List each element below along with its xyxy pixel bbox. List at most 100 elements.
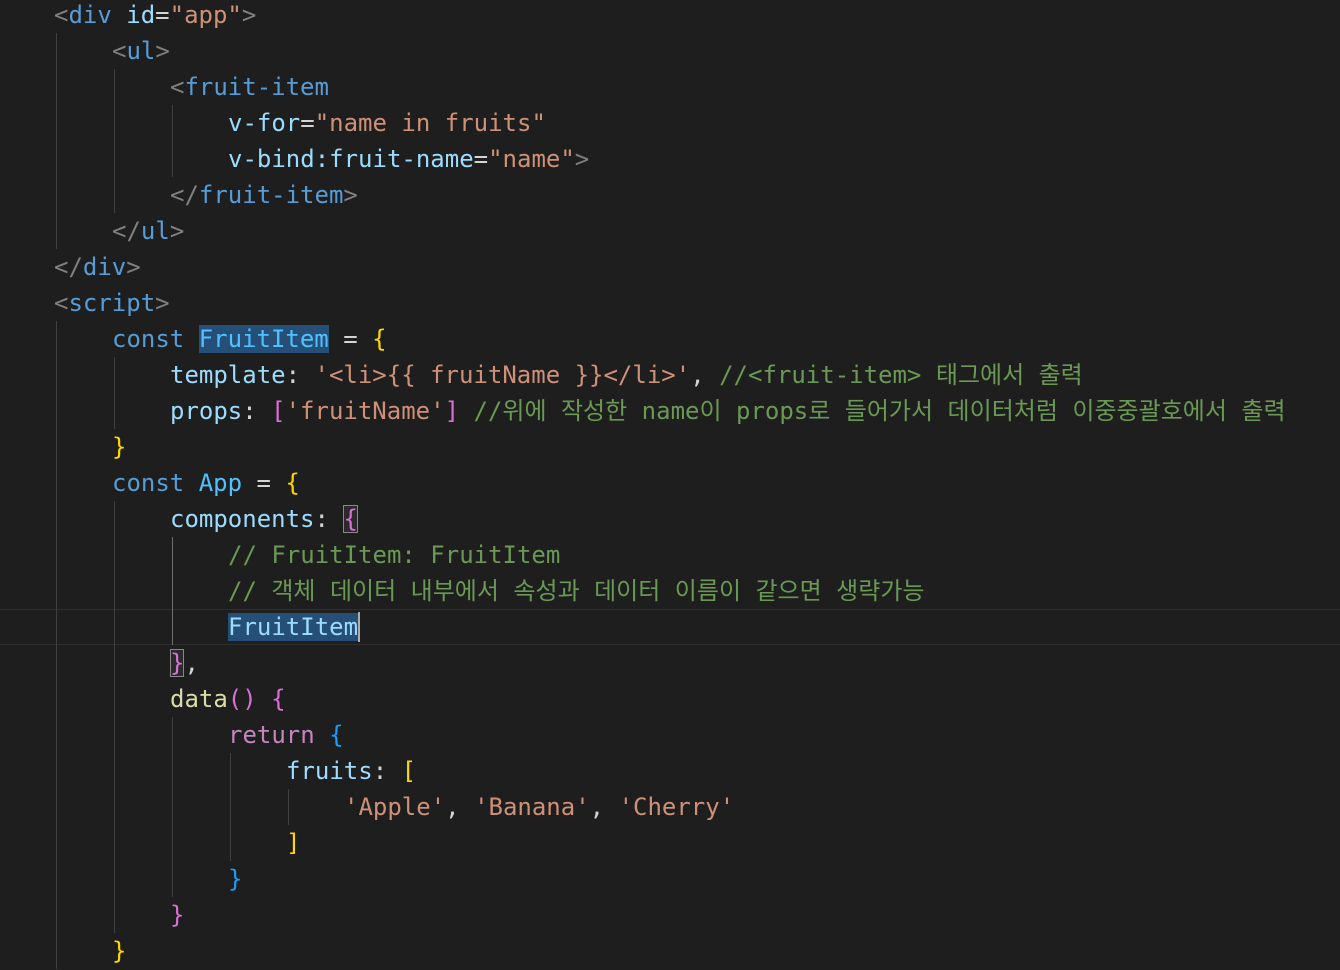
code-token: FruitItem [228, 613, 359, 641]
code-token: : [372, 757, 402, 785]
code-line[interactable]: </div> [54, 249, 141, 285]
code-token: // FruitItem: FruitItem [228, 541, 561, 569]
code-token: id [126, 1, 156, 29]
code-line[interactable]: data() { [170, 681, 286, 717]
code-line[interactable]: const App = { [112, 465, 300, 501]
code-line[interactable]: FruitItem [228, 609, 359, 645]
code-token: data [170, 685, 228, 713]
code-token: "app" [169, 1, 242, 29]
code-token: : [242, 397, 272, 425]
code-line[interactable]: fruits: [ [286, 753, 416, 789]
code-token: const [112, 325, 185, 353]
code-line[interactable]: <div id="app"> [54, 0, 256, 33]
code-token: > [169, 217, 185, 245]
code-token: script [68, 289, 156, 317]
code-token: = [300, 109, 315, 137]
code-token: "name in fruits" [314, 109, 546, 137]
code-line[interactable]: const FruitItem = { [112, 321, 387, 357]
code-token: fruit-item [198, 181, 344, 209]
code-line[interactable]: ] [286, 825, 300, 861]
code-token: FruitItem [198, 325, 329, 353]
indent-guide [114, 501, 115, 933]
code-token: ] [444, 397, 460, 425]
code-line[interactable]: 'Apple', 'Banana', 'Cherry' [344, 789, 734, 825]
code-token: div [68, 1, 112, 29]
code-token: } [170, 649, 185, 677]
code-token: , [589, 793, 619, 821]
code-line[interactable]: <fruit-item [170, 69, 329, 105]
code-token: 'fruitName' [285, 397, 445, 425]
code-token: [ [401, 757, 417, 785]
code-line[interactable]: }, [170, 645, 199, 681]
code-token: v-bind:fruit-name [228, 145, 474, 173]
code-token: > [155, 37, 170, 65]
code-line[interactable]: } [112, 429, 126, 465]
code-token: fruit-item [184, 73, 329, 101]
code-line[interactable]: </ul> [112, 213, 184, 249]
code-token: { [329, 721, 344, 749]
code-token: v-for [228, 109, 301, 137]
code-line[interactable]: <ul> [112, 33, 170, 69]
code-line[interactable]: } [170, 897, 184, 933]
code-line[interactable]: v-bind:fruit-name="name"> [228, 141, 589, 177]
code-token: props [170, 397, 243, 425]
code-token: > [574, 145, 590, 173]
code-token: </ [112, 217, 141, 245]
code-token: fruits [286, 757, 373, 785]
current-line-highlight [0, 609, 1340, 645]
indent-guide [230, 753, 231, 861]
code-line[interactable]: } [228, 861, 242, 897]
code-token: } [112, 937, 127, 965]
code-line[interactable]: <script> [54, 285, 170, 321]
indent-guide [172, 105, 173, 177]
code-token: 'Banana' [474, 793, 590, 821]
code-token: = [242, 469, 286, 497]
code-token: = [155, 1, 170, 29]
code-line[interactable]: } [112, 933, 126, 969]
code-line[interactable]: // FruitItem: FruitItem [228, 537, 560, 573]
code-line[interactable]: template: '<li>{{ fruitName }}</li>', //… [170, 357, 1083, 393]
code-line[interactable]: </fruit-item> [170, 177, 358, 213]
code-token: : [314, 505, 344, 533]
code-token: //위에 작성한 name이 props로 들어가서 데이터처럼 이중중괄호에서… [473, 397, 1286, 425]
code-token: > [155, 289, 170, 317]
code-token: , [184, 649, 199, 677]
code-token: return [228, 721, 315, 749]
code-line[interactable]: // 객체 데이터 내부에서 속성과 데이터 이름이 같으면 생략가능 [228, 573, 925, 609]
code-token: > [126, 253, 141, 281]
code-token: div [82, 253, 127, 281]
code-token: 'Cherry' [618, 793, 735, 821]
code-token: </ [54, 253, 83, 281]
code-token: > [343, 181, 358, 209]
indent-guide [56, 33, 57, 249]
code-token: < [170, 73, 185, 101]
code-token: ul [126, 37, 156, 65]
code-line[interactable]: components: { [170, 501, 358, 537]
code-token: ul [140, 217, 170, 245]
indent-guide [172, 717, 173, 897]
code-token: } [112, 433, 127, 461]
code-token: template [170, 361, 286, 389]
code-token: components [170, 505, 315, 533]
code-editor[interactable]: <div id="app"> <ul> <fruit-item v-for="name… [0, 0, 1340, 970]
code-line[interactable]: v-for="name in fruits" [228, 105, 546, 141]
code-token: </ [170, 181, 199, 209]
code-token: : [285, 361, 315, 389]
code-token: } [228, 865, 243, 893]
code-token: , [445, 793, 475, 821]
code-token: // 객체 데이터 내부에서 속성과 데이터 이름이 같으면 생략가능 [228, 577, 925, 605]
code-line[interactable]: return { [228, 717, 344, 753]
code-token: ] [286, 829, 301, 857]
text-cursor [358, 612, 360, 642]
code-token: { [343, 505, 358, 533]
code-token: "name" [488, 145, 575, 173]
code-line[interactable]: props: ['fruitName'] //위에 작성한 name이 prop… [170, 393, 1286, 429]
indent-guide [114, 357, 115, 429]
indent-guide [56, 321, 57, 969]
code-token: , [690, 361, 720, 389]
code-token: '<li>{{ fruitName }}</li>' [314, 361, 691, 389]
